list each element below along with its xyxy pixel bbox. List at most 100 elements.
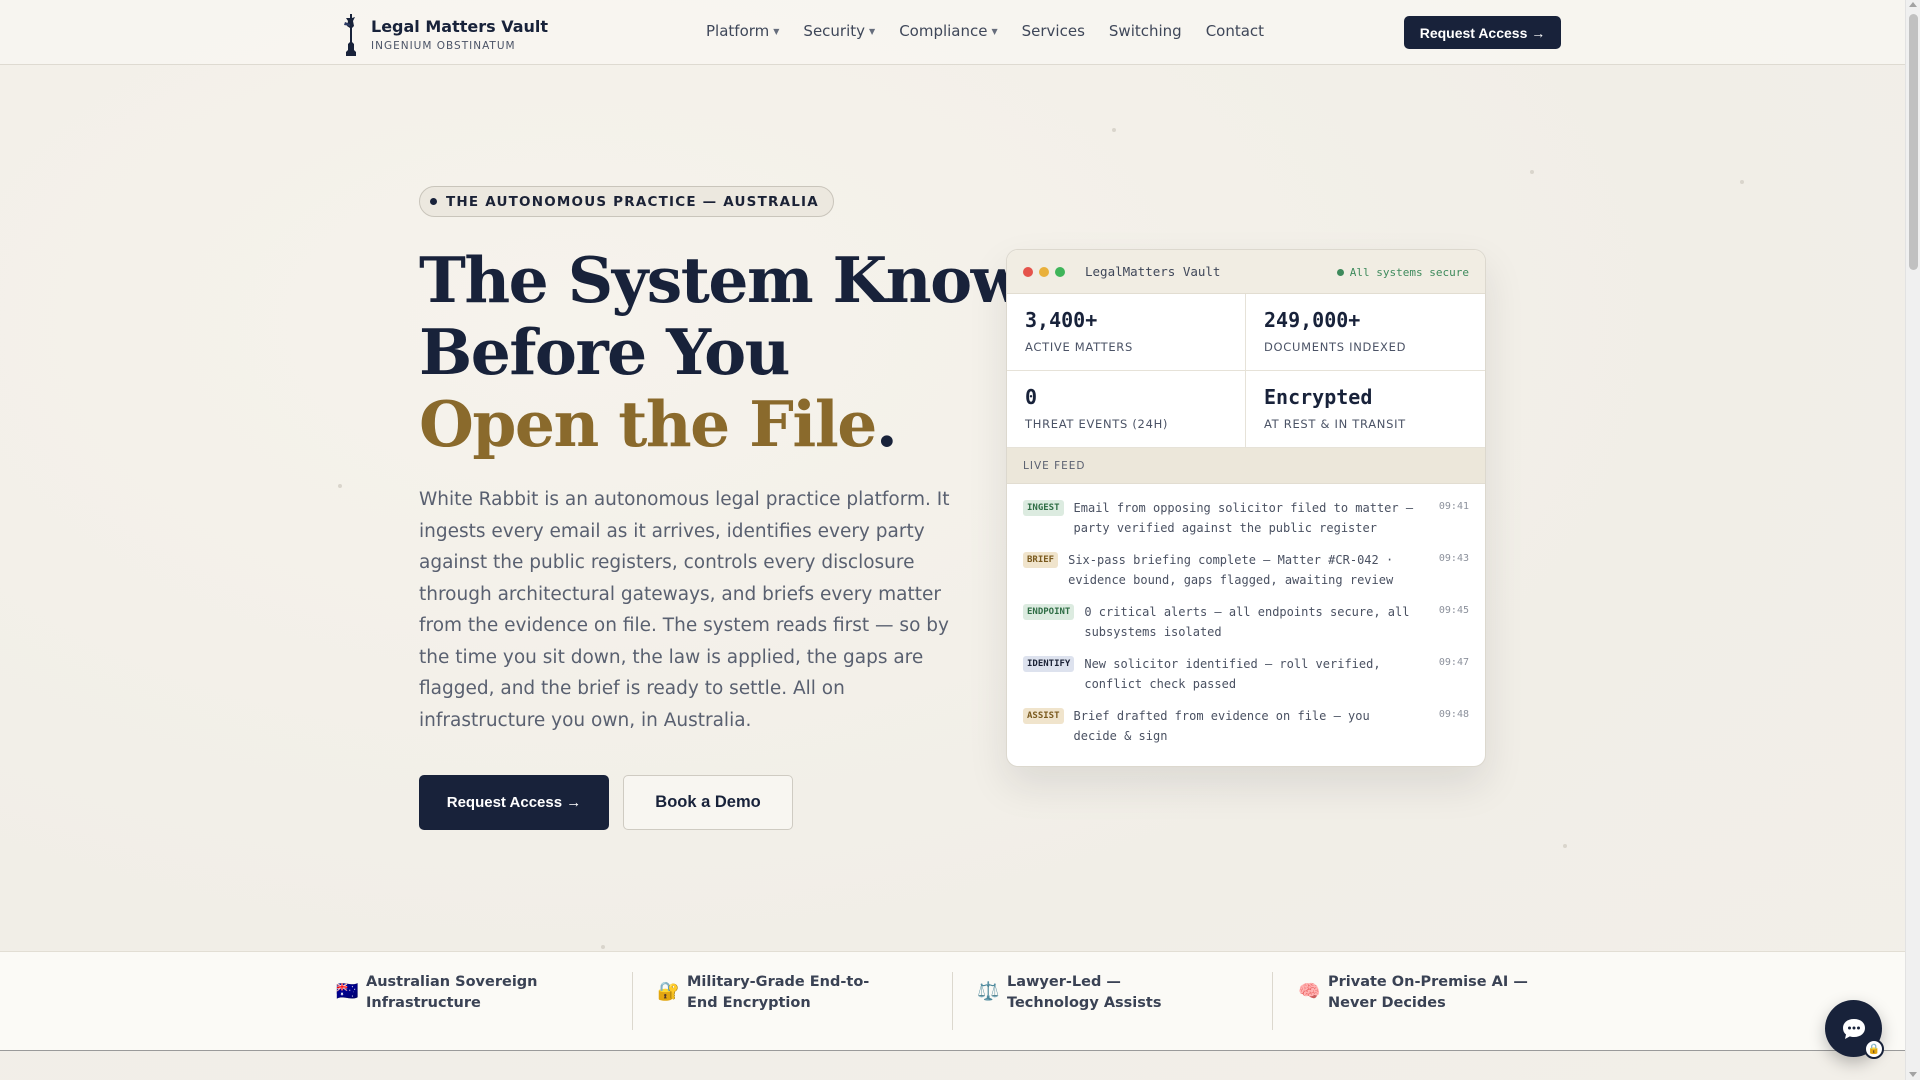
status-text: All systems secure (1349, 266, 1469, 279)
stat-label: AT REST & IN TRANSIT (1264, 417, 1406, 431)
stat-label: THREAT EVENTS (24H) (1025, 417, 1169, 431)
scales-icon: ⚖️ (977, 981, 1000, 1002)
feed-tag: IDENTIFY (1023, 656, 1075, 672)
live-feed-list: INGEST Email from opposing solicitor fil… (1007, 484, 1485, 747)
nav-item-label: Security (803, 22, 866, 40)
scroll-up-arrow-icon[interactable] (1909, 2, 1917, 7)
decorative-speck (1563, 844, 1567, 848)
live-feed-header: LIVE FEED (1007, 448, 1485, 484)
book-demo-button[interactable]: Book a Demo (623, 775, 793, 830)
stat-label: DOCUMENTS INDEXED (1264, 340, 1407, 354)
nav-item-label: Platform (706, 22, 770, 40)
divider (1272, 972, 1273, 1030)
nav-item-label: Contact (1205, 22, 1265, 40)
chat-launcher-button[interactable]: 🔒 (1825, 1000, 1884, 1059)
feature-label: Private On-Premise AI — Never Decides (1328, 974, 1528, 1011)
nav-item-compliance[interactable]: Compliance ▼ (899, 22, 997, 40)
lock-icon: 🔒 (1864, 1039, 1884, 1059)
feed-text: 0 critical alerts — all endpoints secure… (1084, 605, 1410, 639)
stat-value: 249,000+ (1264, 308, 1361, 332)
window-close-dot-icon (1023, 266, 1033, 277)
feature-encryption: 🔐 Military-Grade End-to-End Encryption (641, 972, 953, 1030)
chat-bubble-icon (1842, 1018, 1865, 1039)
headline-period: . (875, 387, 898, 461)
decorative-speck (1740, 180, 1744, 184)
stat-value: 0 (1025, 385, 1038, 409)
scroll-down-arrow-icon[interactable] (1909, 1072, 1917, 1077)
nav-item-security[interactable]: Security ▼ (803, 22, 875, 40)
lock-key-icon: 🔐 (657, 981, 680, 1002)
feed-time: 09:48 (1438, 709, 1469, 720)
page-scrollbar[interactable] (1905, 0, 1920, 1080)
system-status: All systems secure (1336, 266, 1469, 279)
headline-line-1: The System Knows (419, 243, 1059, 317)
australia-flag-icon: 🇦🇺 (336, 981, 359, 1002)
nav-item-label: Compliance (899, 22, 988, 40)
card-title: LegalMatters Vault (1085, 264, 1221, 279)
feature-sovereign: 🇦🇺 Australian Sovereign Infrastructure (320, 972, 632, 1030)
feed-item: ASSIST Brief drafted from evidence on fi… (1023, 706, 1469, 747)
stats-grid: 3,400+ ACTIVE MATTERS 249,000+ DOCUMENTS… (1007, 294, 1485, 448)
nav-item-label: Switching (1108, 22, 1182, 40)
brand-name: Legal Matters Vault (371, 16, 549, 36)
brand-text: Legal Matters Vault INGENIUM OBSTINATUM (371, 17, 548, 52)
brain-icon: 🧠 (1298, 981, 1321, 1002)
feed-time: 09:43 (1438, 553, 1469, 564)
feed-item: INGEST Email from opposing solicitor fil… (1023, 498, 1469, 539)
feed-item: BRIEF Six-pass briefing complete — Matte… (1023, 550, 1469, 591)
hero-request-access-button[interactable]: Request Access → (419, 775, 609, 830)
feed-tag: ASSIST (1023, 708, 1064, 724)
nav-item-contact[interactable]: Contact (1206, 22, 1264, 40)
headline-accent: Open the File (419, 387, 877, 461)
feed-text: Six-pass briefing complete — Matter #CR-… (1068, 553, 1394, 587)
stat-value: Encrypted (1264, 385, 1373, 409)
stat-value: 3,400+ (1025, 308, 1098, 332)
hero-headline: The System Knows Before You Open the Fil… (419, 243, 1059, 461)
window-minimize-dot-icon (1039, 266, 1049, 277)
feature-lawyer-led: ⚖️ Lawyer-Led — Technology Assists (961, 972, 1273, 1030)
page: Legal Matters Vault INGENIUM OBSTINATUM … (0, 0, 1905, 1080)
caret-down-icon: ▼ (869, 26, 876, 36)
feature-label: Australian Sovereign Infrastructure (366, 974, 538, 1011)
feed-tag: BRIEF (1023, 552, 1059, 568)
eyebrow-text: THE AUTONOMOUS PRACTICE — AUSTRALIA (446, 193, 819, 210)
feed-tag: ENDPOINT (1023, 604, 1075, 620)
main-menu: Platform ▼ Security ▼ Compliance ▼ Servi… (706, 22, 1288, 40)
decorative-speck (601, 945, 605, 949)
nav-item-platform[interactable]: Platform ▼ (706, 22, 779, 40)
stat-label: ACTIVE MATTERS (1025, 340, 1133, 354)
stat-cell: Encrypted AT REST & IN TRANSIT (1246, 371, 1485, 448)
card-header: LegalMatters Vault All systems secure (1007, 250, 1485, 294)
feed-text: Email from opposing solicitor filed to m… (1073, 501, 1414, 535)
window-maximize-dot-icon (1055, 266, 1065, 277)
nav-item-services[interactable]: Services (1022, 22, 1085, 40)
brand-tagline: INGENIUM OBSTINATUM (371, 39, 516, 52)
scrollbar-thumb[interactable] (1909, 14, 1918, 270)
feed-time: 09:45 (1438, 605, 1469, 616)
trust-features-strip: 🇦🇺 Australian Sovereign Infrastructure 🔐… (0, 951, 1905, 1051)
feed-time: 09:41 (1438, 501, 1469, 512)
stat-cell: 249,000+ DOCUMENTS INDEXED (1246, 294, 1485, 371)
decorative-speck (1112, 128, 1116, 132)
stat-cell: 0 THREAT EVENTS (24H) (1007, 371, 1246, 448)
hero-description: White Rabbit is an autonomous legal prac… (419, 489, 950, 731)
feed-time: 09:47 (1438, 657, 1469, 668)
divider (632, 972, 633, 1030)
nav-request-access-button[interactable]: Request Access → (1404, 16, 1561, 49)
eyebrow-badge: THE AUTONOMOUS PRACTICE — AUSTRALIA (419, 186, 834, 217)
top-navigation: Legal Matters Vault INGENIUM OBSTINATUM … (0, 0, 1905, 65)
status-dot-icon (1336, 269, 1344, 276)
feature-private-ai: 🧠 Private On-Premise AI — Never Decides (1282, 972, 1582, 1030)
feed-text: New solicitor identified — roll verified… (1084, 657, 1381, 691)
headline-line-2: Before You (419, 315, 790, 389)
brand-home-link[interactable]: Legal Matters Vault INGENIUM OBSTINATUM (341, 12, 548, 56)
feed-item: IDENTIFY New solicitor identified — roll… (1023, 654, 1469, 695)
caret-down-icon: ▼ (773, 26, 780, 36)
nav-item-switching[interactable]: Switching (1109, 22, 1182, 40)
feature-label: Military-Grade End-to-End Encryption (687, 974, 870, 1011)
feature-label: Lawyer-Led — Technology Assists (1007, 974, 1162, 1011)
divider (952, 972, 953, 1030)
caret-down-icon: ▼ (991, 26, 998, 36)
stat-cell: 3,400+ ACTIVE MATTERS (1007, 294, 1246, 371)
decorative-speck (1530, 170, 1534, 174)
